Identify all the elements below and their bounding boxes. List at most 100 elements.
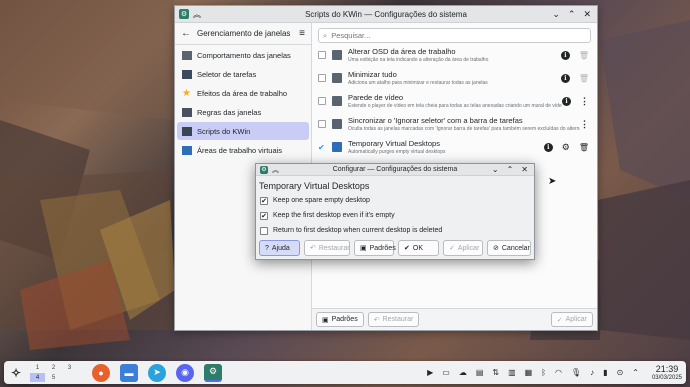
option-keep-first[interactable]: ✔ Keep the first desktop even if it's em…	[260, 210, 534, 221]
settings-app-icon[interactable]: ⚙	[260, 165, 268, 174]
script-row[interactable]: Sincronizar o 'Ignorar seletor' com a ba…	[316, 113, 593, 135]
ok-button[interactable]: ✔ OK	[398, 240, 439, 256]
window-list-icon[interactable]: ▭	[442, 368, 450, 377]
trash-icon[interactable]: 🗑	[579, 51, 589, 60]
sidebar-item-task-switcher[interactable]: Seletor de tarefas	[177, 65, 309, 83]
reset-icon: ↶	[373, 316, 380, 324]
defaults-button[interactable]: ▣ Padrões	[316, 312, 364, 327]
close-icon[interactable]: ✕	[521, 165, 528, 174]
back-arrow-icon[interactable]: ←	[181, 28, 191, 39]
pager-desktop[interactable]: 2	[46, 363, 61, 372]
script-enable-checkbox[interactable]	[318, 51, 326, 59]
settings-app-icon[interactable]: ⚙	[179, 9, 189, 19]
disk-icon[interactable]: ▥	[508, 368, 516, 377]
dialog-titlebar[interactable]: ⚙ ︽ Configurar — Configurações do sistem…	[256, 164, 534, 176]
dialog-reset-button[interactable]: ↶ Restaurar	[304, 240, 350, 256]
telegram-icon[interactable]: ➤	[148, 363, 166, 382]
dialog-apply-button[interactable]: ✓ Aplicar	[443, 240, 483, 256]
cancel-button[interactable]: ⊘ Cancelar	[487, 240, 531, 256]
microphone-icon[interactable]: 🎙	[571, 368, 581, 377]
dialog-defaults-button[interactable]: ▣ Padrões	[354, 240, 396, 256]
script-description: Automatically purges empty virtual deskt…	[348, 149, 446, 155]
checkbox-checked[interactable]: ✔	[260, 196, 268, 205]
checkmark-icon[interactable]: ✔	[318, 143, 326, 152]
trash-icon[interactable]: 🗑	[579, 74, 589, 83]
tray-expand-icon[interactable]: ⌃	[632, 368, 639, 377]
info-icon[interactable]: i	[560, 73, 570, 83]
pager-desktop[interactable]: 4	[30, 373, 45, 382]
help-button[interactable]: ? Ajuda	[259, 240, 300, 256]
clock[interactable]: 21:39 03/03/2025	[652, 364, 682, 381]
clipboard-icon[interactable]: ▤	[476, 368, 484, 377]
app-launcher-icon[interactable]: ✧	[8, 365, 24, 381]
virtual-desktops-icon	[182, 145, 192, 155]
script-enable-checkbox[interactable]	[318, 97, 326, 105]
minimize-icon[interactable]: ⌄	[492, 165, 499, 174]
trash-icon[interactable]: 🗑	[579, 143, 589, 152]
hamburger-menu-icon[interactable]: ≡	[299, 28, 305, 39]
script-description: Estende o player de vídeo em tela cheia …	[348, 103, 562, 109]
files-icon[interactable]: ▬	[120, 363, 138, 382]
apply-button[interactable]: ✓ Aplicar	[550, 312, 593, 327]
option-return-first[interactable]: Return to first desktop when current des…	[260, 225, 534, 236]
option-label: Return to first desktop when current des…	[273, 227, 443, 234]
bluetooth-icon[interactable]: ᛒ	[541, 368, 546, 377]
script-icon	[332, 73, 342, 83]
checkbox-checked[interactable]: ✔	[260, 211, 268, 220]
network-icon[interactable]: ⇅	[492, 368, 499, 377]
sidebar-item-kwin-scripts[interactable]: Scripts do KWin	[177, 122, 309, 140]
pager-desktop[interactable]: 1	[30, 363, 45, 372]
info-icon[interactable]: i	[543, 142, 553, 152]
keep-above-icon[interactable]: ︽	[193, 9, 201, 20]
script-enable-checkbox[interactable]	[318, 120, 326, 128]
reset-label: Restaurar	[382, 316, 414, 323]
script-name: Sincronizar o 'Ignorar seletor' com a ba…	[348, 116, 523, 125]
more-options-icon[interactable]: ⋮	[580, 119, 589, 130]
script-row[interactable]: Minimizar tudo Adiciona um atalho para m…	[316, 67, 593, 89]
script-row[interactable]: Alterar OSD da área de trabalho Uma exib…	[316, 44, 593, 66]
reset-icon: ↶	[310, 245, 316, 252]
package-icon[interactable]: ▦	[525, 368, 533, 377]
maximize-icon[interactable]: ⌃	[507, 165, 514, 174]
script-name: Parede de vídeo	[348, 93, 404, 102]
window-titlebar[interactable]: ⚙ ︽ Scripts do KWin — Configurações do s…	[175, 6, 597, 23]
sidebar-item-window-rules[interactable]: Regras das janelas	[177, 103, 309, 121]
info-icon[interactable]: i	[560, 50, 570, 60]
script-row[interactable]: Parede de vídeo Estende o player de víde…	[316, 90, 593, 112]
maximize-icon[interactable]: ⌃	[568, 9, 576, 20]
minimize-icon[interactable]: ⌄	[552, 9, 560, 20]
desktop-pager[interactable]: 1 2 3 4 5	[30, 363, 77, 382]
help-icon: ?	[265, 244, 269, 252]
search-field[interactable]: ⌕	[318, 28, 591, 43]
cloud-icon[interactable]: ☁	[459, 368, 467, 377]
discord-icon[interactable]: ◉	[176, 363, 194, 382]
battery-icon[interactable]: ▮	[603, 368, 607, 377]
pager-desktop[interactable]: 3	[62, 363, 77, 372]
defaults-label: Padrões	[369, 244, 396, 252]
option-label: Keep the first desktop even if it's empt…	[273, 212, 395, 219]
sidebar-item-desktop-effects[interactable]: ★ Efeitos da área de trabalho	[177, 84, 309, 102]
option-keep-spare[interactable]: ✔ Keep one spare empty desktop	[260, 195, 534, 206]
close-icon[interactable]: ✕	[583, 9, 591, 20]
notifications-icon[interactable]: ⊙	[617, 368, 624, 377]
info-icon[interactable]: i	[562, 96, 571, 106]
sidebar-item-virtual-desktops[interactable]: Áreas de trabalho virtuais	[177, 141, 309, 159]
system-settings-icon[interactable]: ⚙	[204, 363, 222, 382]
script-row[interactable]: ✔ Temporary Virtual Desktops Automatical…	[316, 136, 593, 158]
sidebar-item-label: Efeitos da área de trabalho	[197, 88, 288, 98]
sidebar-item-window-behavior[interactable]: Comportamento das janelas	[177, 46, 309, 64]
media-icon[interactable]: ▶	[427, 368, 433, 377]
kwin-scripts-icon	[182, 126, 192, 136]
script-enable-checkbox[interactable]	[318, 74, 326, 82]
checkbox-unchecked[interactable]	[260, 226, 268, 235]
configure-gear-icon[interactable]: ⚙	[562, 142, 570, 153]
volume-icon[interactable]: ♪	[590, 368, 594, 377]
wifi-icon[interactable]: ◠	[555, 368, 562, 377]
reset-button[interactable]: ↶ Restaurar	[367, 312, 420, 327]
keep-above-icon[interactable]: ︽	[272, 165, 279, 175]
firefox-icon[interactable]: ●	[92, 363, 110, 382]
more-options-icon[interactable]: ⋮	[580, 96, 589, 107]
pager-desktop[interactable]: 5	[46, 373, 61, 382]
script-description: Oculta todas as janelas marcadas com 'Ig…	[348, 126, 580, 132]
search-input[interactable]	[331, 31, 586, 40]
